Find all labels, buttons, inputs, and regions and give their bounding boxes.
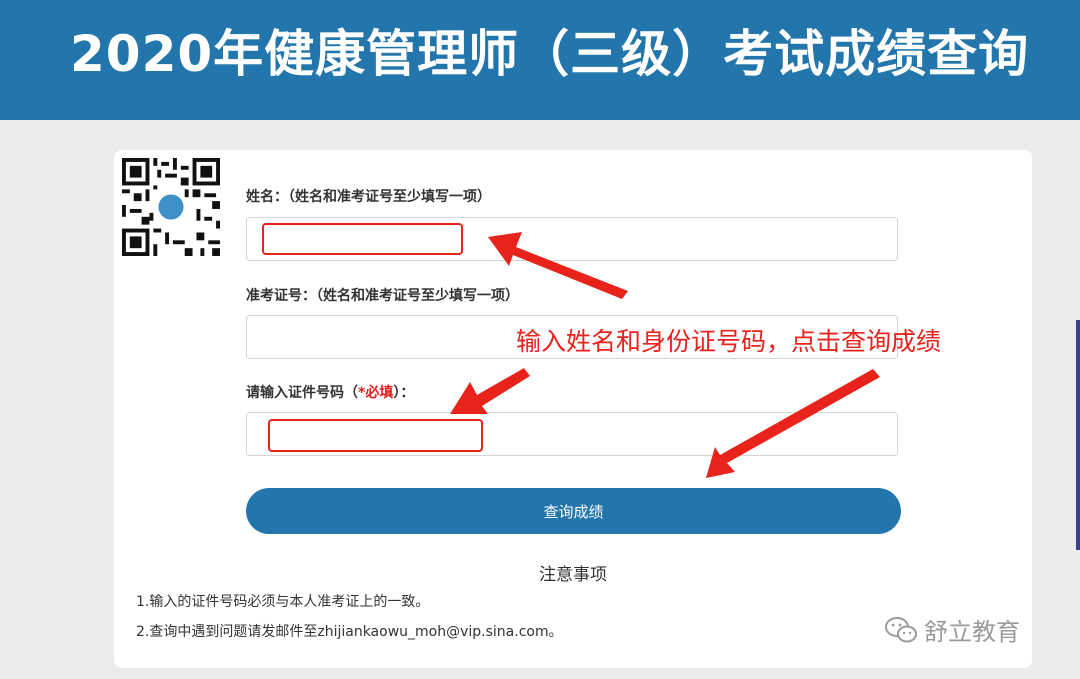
annotation-text: 输入姓名和身份证号码，点击查询成绩 [516, 327, 942, 356]
arrow-to-button-icon [706, 369, 880, 478]
wechat-icon [885, 616, 917, 642]
arrow-to-id-icon [450, 368, 530, 414]
watermark: 舒立教育 [884, 612, 1020, 647]
watermark-text: 舒立教育 [924, 618, 1020, 646]
edge-strip [1076, 320, 1080, 550]
arrow-to-name-icon [488, 232, 628, 299]
